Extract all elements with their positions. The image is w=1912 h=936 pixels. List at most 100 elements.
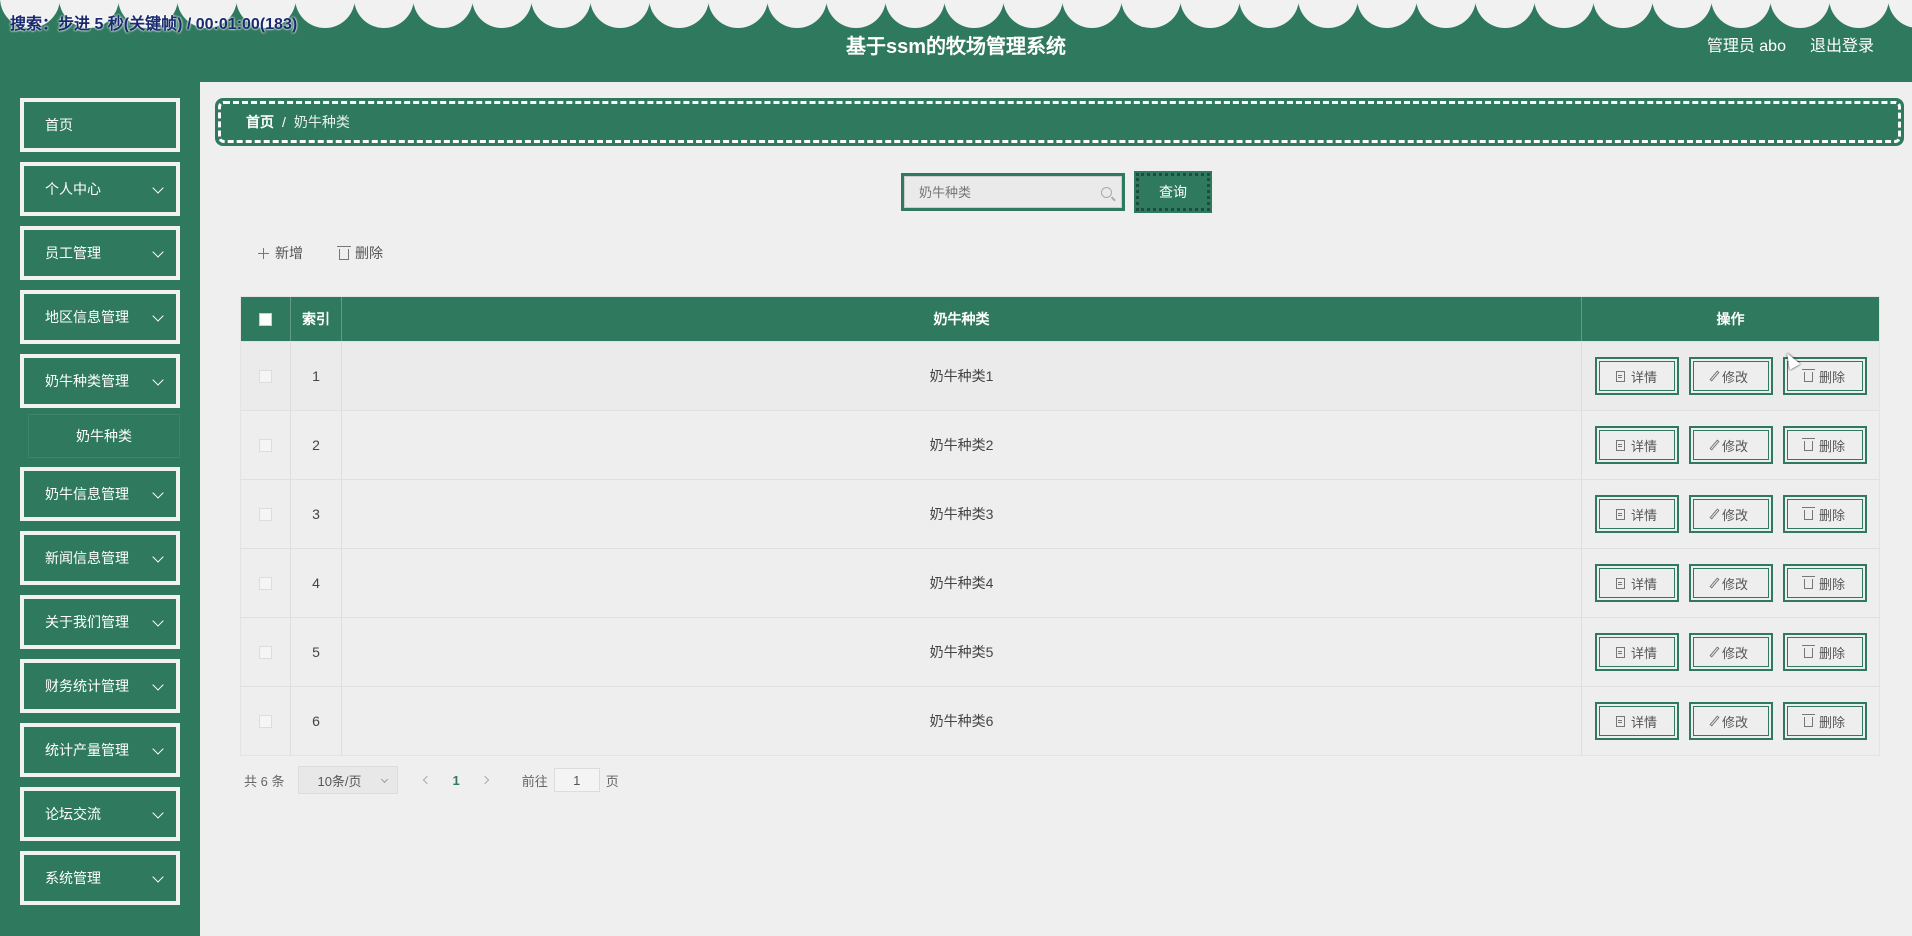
logout-link[interactable]: 退出登录 bbox=[1810, 32, 1874, 56]
sidebar-item-region[interactable]: 地区信息管理 bbox=[19, 289, 181, 345]
add-button[interactable]: 新增 bbox=[258, 243, 303, 263]
detail-label: 详情 bbox=[1630, 438, 1657, 454]
header-ops: 操作 bbox=[1716, 311, 1745, 327]
edit-label: 修改 bbox=[1721, 714, 1748, 730]
delete-button[interactable]: 删除 bbox=[1782, 495, 1867, 533]
edit-button[interactable]: 修改 bbox=[1688, 495, 1773, 533]
delete-button[interactable]: 删除 bbox=[1782, 426, 1867, 464]
trash-icon bbox=[1801, 576, 1815, 589]
edit-button[interactable]: 修改 bbox=[1688, 426, 1773, 464]
row-index: 3 bbox=[291, 480, 342, 548]
goto-page-input[interactable] bbox=[553, 768, 600, 792]
user-label[interactable]: 管理员 abo bbox=[1707, 32, 1786, 56]
document-icon bbox=[1615, 508, 1625, 520]
trash-icon bbox=[337, 245, 351, 260]
chevron-down-icon bbox=[152, 551, 164, 563]
submenu-item-cow-type[interactable]: 奶牛种类 bbox=[28, 414, 180, 458]
sidebar-item-label: 新闻信息管理 bbox=[45, 550, 129, 566]
edit-label: 修改 bbox=[1721, 438, 1748, 454]
sidebar-item-cow-type[interactable]: 奶牛种类管理 bbox=[19, 353, 181, 409]
edit-icon bbox=[1709, 646, 1720, 658]
page-suffix: 页 bbox=[605, 773, 619, 789]
edit-button[interactable]: 修改 bbox=[1688, 357, 1773, 395]
row-name: 奶牛种类3 bbox=[342, 480, 1582, 548]
edit-icon bbox=[1709, 439, 1720, 451]
select-all-checkbox[interactable] bbox=[259, 312, 272, 326]
row-checkbox[interactable] bbox=[259, 438, 272, 452]
search-input[interactable] bbox=[904, 176, 1122, 208]
bulk-delete-label: 删除 bbox=[355, 245, 383, 261]
chevron-down-icon bbox=[152, 679, 164, 691]
sidebar-item-finance[interactable]: 财务统计管理 bbox=[19, 658, 181, 714]
breadcrumb-inner: 首页 / 奶牛种类 bbox=[218, 101, 1901, 143]
detail-button[interactable]: 详情 bbox=[1594, 633, 1679, 671]
table-row: 6 奶牛种类6 详情 修改 删除 bbox=[241, 686, 1879, 755]
edit-icon bbox=[1709, 370, 1720, 382]
delete-label: 删除 bbox=[1818, 714, 1845, 730]
delete-button[interactable]: 删除 bbox=[1782, 564, 1867, 602]
row-checkbox[interactable] bbox=[259, 369, 272, 383]
row-checkbox[interactable] bbox=[259, 576, 272, 590]
chevron-down-icon bbox=[381, 775, 389, 784]
sidebar-item-staff[interactable]: 员工管理 bbox=[19, 225, 181, 281]
trash-icon bbox=[1801, 714, 1815, 727]
edit-button[interactable]: 修改 bbox=[1688, 633, 1773, 671]
row-index: 5 bbox=[291, 618, 342, 686]
sidebar-item-forum[interactable]: 论坛交流 bbox=[19, 786, 181, 842]
breadcrumb-separator: / bbox=[282, 114, 286, 130]
row-name: 奶牛种类1 bbox=[342, 342, 1582, 410]
breadcrumb-home[interactable]: 首页 bbox=[246, 112, 274, 132]
page-number[interactable]: 1 bbox=[452, 773, 459, 788]
delete-button[interactable]: 删除 bbox=[1782, 702, 1867, 740]
sidebar-item-home[interactable]: 首页 bbox=[19, 97, 181, 153]
sidebar-item-system[interactable]: 系统管理 bbox=[19, 850, 181, 906]
sidebar-item-news[interactable]: 新闻信息管理 bbox=[19, 530, 181, 586]
page-size-select[interactable]: 10条/页 bbox=[298, 766, 399, 794]
goto-label: 前往 bbox=[521, 773, 548, 789]
edit-button[interactable]: 修改 bbox=[1688, 702, 1773, 740]
row-checkbox-cell bbox=[241, 618, 291, 686]
row-checkbox[interactable] bbox=[259, 714, 272, 728]
chevron-down-icon bbox=[152, 615, 164, 627]
detail-button[interactable]: 详情 bbox=[1594, 495, 1679, 533]
detail-button[interactable]: 详情 bbox=[1594, 426, 1679, 464]
sidebar-item-about[interactable]: 关于我们管理 bbox=[19, 594, 181, 650]
sidebar-item-label: 关于我们管理 bbox=[45, 614, 129, 630]
sidebar: 首页 个人中心 员工管理 地区信息管理 奶牛种类管理 奶牛种类 奶牛信息管理 新… bbox=[0, 82, 200, 936]
sidebar-item-cow-info[interactable]: 奶牛信息管理 bbox=[19, 466, 181, 522]
row-actions: 详情 修改 删除 bbox=[1582, 411, 1879, 479]
sidebar-item-label: 奶牛信息管理 bbox=[45, 486, 129, 502]
bulk-delete-button[interactable]: 删除 bbox=[337, 243, 383, 263]
edit-icon bbox=[1709, 577, 1720, 589]
detail-label: 详情 bbox=[1630, 645, 1657, 661]
sidebar-item-personal-center[interactable]: 个人中心 bbox=[19, 161, 181, 217]
edit-label: 修改 bbox=[1721, 645, 1748, 661]
detail-label: 详情 bbox=[1630, 576, 1657, 592]
row-name: 奶牛种类6 bbox=[342, 687, 1582, 755]
sidebar-item-production[interactable]: 统计产量管理 bbox=[19, 722, 181, 778]
sidebar-item-label: 统计产量管理 bbox=[45, 742, 129, 758]
query-button[interactable]: 查询 bbox=[1134, 171, 1212, 213]
page-size-value: 10条/页 bbox=[317, 773, 362, 789]
row-checkbox[interactable] bbox=[259, 645, 272, 659]
detail-button[interactable]: 详情 bbox=[1594, 702, 1679, 740]
delete-button[interactable]: 删除 bbox=[1782, 633, 1867, 671]
total-count: 共 6 条 bbox=[244, 773, 285, 789]
chevron-down-icon bbox=[152, 871, 164, 883]
top-header: 搜索：步进 5 秒(关键帧) / 00:01:00(183) 基于ssm的牧场管… bbox=[0, 0, 1912, 82]
detail-button[interactable]: 详情 bbox=[1594, 357, 1679, 395]
row-checkbox[interactable] bbox=[259, 507, 272, 521]
chevron-left-icon[interactable] bbox=[423, 775, 432, 785]
chevron-right-icon[interactable] bbox=[480, 775, 489, 785]
delete-label: 删除 bbox=[1818, 438, 1845, 454]
delete-label: 删除 bbox=[1818, 645, 1845, 661]
row-index: 4 bbox=[291, 549, 342, 617]
trash-icon bbox=[1801, 438, 1815, 451]
row-index: 2 bbox=[291, 411, 342, 479]
row-checkbox-cell bbox=[241, 342, 291, 410]
edit-button[interactable]: 修改 bbox=[1688, 564, 1773, 602]
video-overlay-text: 搜索：步进 5 秒(关键帧) / 00:01:00(183) bbox=[10, 16, 298, 33]
detail-button[interactable]: 详情 bbox=[1594, 564, 1679, 602]
trash-icon bbox=[1801, 369, 1815, 382]
cow-type-table: 索引 奶牛种类 操作 1 奶牛种类1 详情 修改 删除 2 奶牛种类2 详情 修… bbox=[240, 296, 1880, 756]
